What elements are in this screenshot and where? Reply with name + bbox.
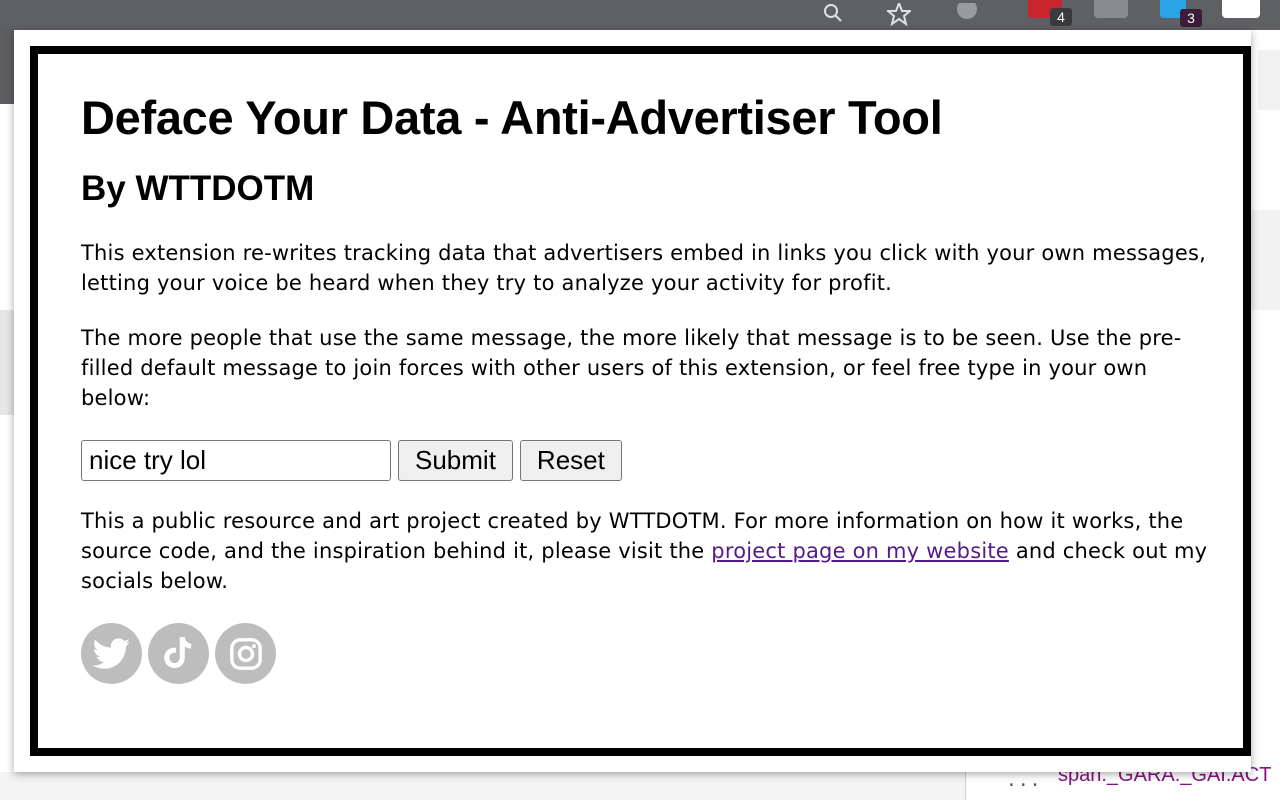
zoom-icon[interactable]: [818, 0, 848, 30]
tiktok-icon: [163, 636, 194, 671]
project-page-link[interactable]: project page on my website: [711, 539, 1009, 563]
twitter-link[interactable]: [81, 623, 142, 684]
instagram-icon: [229, 637, 263, 671]
devtools-ellipsis[interactable]: ...: [1006, 770, 1042, 791]
extension-icon[interactable]: [952, 0, 982, 30]
devtools-row: [1250, 210, 1280, 310]
extension-badge-count: 3: [1180, 9, 1202, 27]
intro-paragraph: This extension re-writes tracking data t…: [81, 241, 1206, 295]
popup-content: Deface Your Data - Anti-Advertiser Tool …: [81, 90, 1211, 684]
message-input[interactable]: [81, 439, 391, 481]
popup-frame: Deface Your Data - Anti-Advertiser Tool …: [30, 46, 1251, 756]
background-band: [0, 310, 14, 415]
footer-paragraph: This a public resource and art project c…: [81, 506, 1211, 596]
devtools-grid-icon: [1258, 50, 1280, 110]
message-form: Submit Reset: [81, 439, 1211, 481]
bookmark-star-icon[interactable]: [884, 0, 914, 30]
browser-toolbar: 4 3: [0, 0, 1280, 30]
twitter-icon: [92, 637, 131, 670]
extension-badge-count: 4: [1050, 8, 1072, 26]
background-page-left: [0, 30, 14, 800]
byline: By WTTDOTM: [81, 169, 315, 208]
background-band: [0, 30, 14, 104]
page-title: Deface Your Data - Anti-Advertiser Tool: [81, 91, 943, 144]
background-devtools-right: [1250, 30, 1280, 800]
extension-white-icon[interactable]: [1222, 0, 1260, 18]
instructions-paragraph: The more people that use the same messag…: [81, 326, 1182, 410]
extension-popup: Deface Your Data - Anti-Advertiser Tool …: [14, 30, 1251, 772]
social-links: [81, 623, 1211, 684]
tiktok-link[interactable]: [148, 623, 209, 684]
reset-button[interactable]: Reset: [519, 439, 622, 481]
instagram-link[interactable]: [215, 623, 276, 684]
submit-button[interactable]: Submit: [398, 439, 513, 481]
code-extension-icon[interactable]: [1094, 0, 1128, 18]
